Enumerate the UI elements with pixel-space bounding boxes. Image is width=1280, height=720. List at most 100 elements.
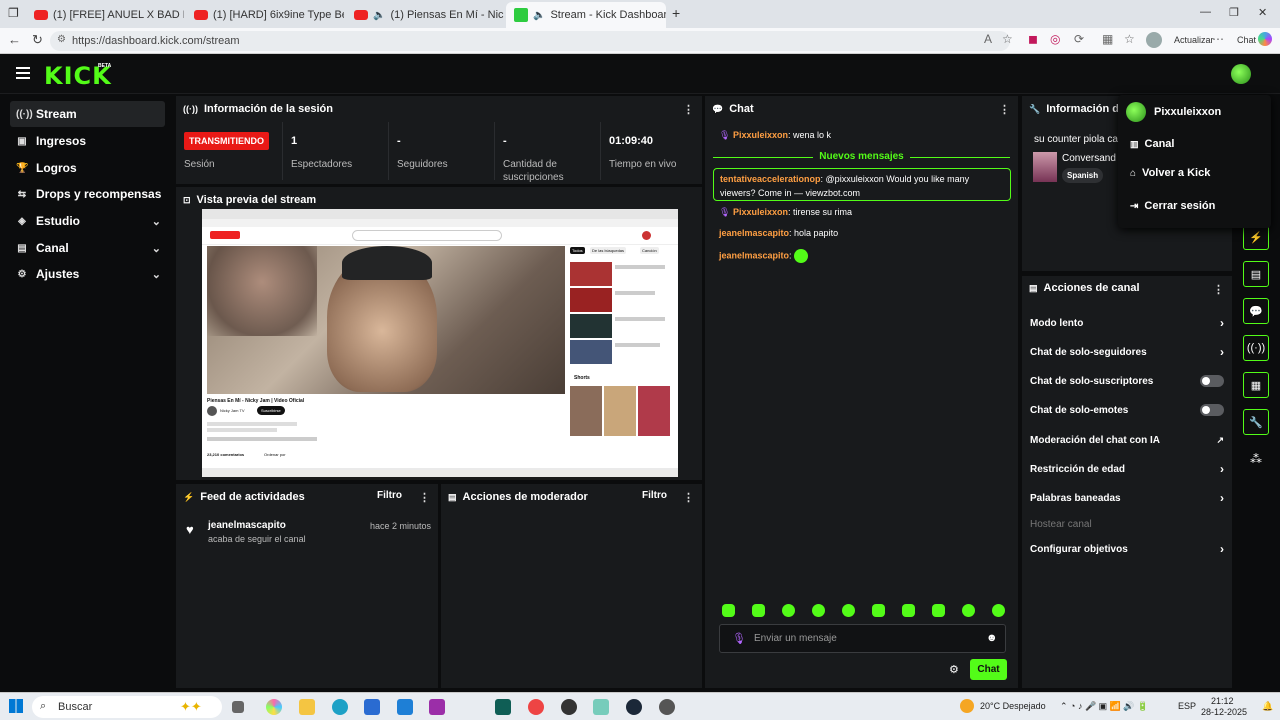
chat-send-button[interactable]: Chat [970, 659, 1007, 680]
quick-action-moderator[interactable]: ▦ [1243, 372, 1269, 398]
emoji-picker-icon[interactable]: ☻ [986, 632, 998, 644]
emote-icon[interactable] [902, 604, 915, 617]
stream-preview-video[interactable]: Piensas En Mí - Nicky Jam | Video Oficia… [202, 209, 678, 477]
settings-icon[interactable] [659, 699, 675, 715]
taskbar-search[interactable]: ⌕ Buscar ✦✦ [32, 696, 222, 718]
obs-icon[interactable] [561, 699, 577, 715]
chat-settings-gear-icon[interactable]: ⚙ [949, 663, 959, 676]
profile-avatar[interactable] [1146, 32, 1162, 48]
chat-username[interactable]: Pixxuleixxon [733, 207, 788, 217]
action-configure-goals[interactable]: Configurar objetivos › [1030, 539, 1224, 559]
extension-icon[interactable]: ⟳ [1074, 32, 1084, 46]
extension-icon[interactable]: ◼ [1028, 32, 1038, 46]
clock-time[interactable]: 21:12 [1211, 696, 1234, 706]
back-icon[interactable]: ← [8, 32, 21, 47]
copilot-chat-button[interactable]: Chat [1237, 35, 1256, 45]
window-close-button[interactable]: ✕ [1258, 6, 1267, 19]
add-widget-icon[interactable]: ⁂ [1250, 452, 1262, 466]
tray-icons[interactable]: ⌃ ◔ ♪ 🎤 ▣ 📶 🔊 🔋 [1060, 701, 1148, 712]
emote-icon[interactable] [872, 604, 885, 617]
sidebar-item-ajustes[interactable]: ⚙ Ajustes ⌄ [10, 261, 165, 287]
emote-icon[interactable] [962, 604, 975, 617]
new-tab-button[interactable]: + [672, 5, 680, 21]
store-icon[interactable] [364, 699, 380, 715]
app-icon[interactable] [593, 699, 609, 715]
action-ai-moderation[interactable]: Moderación del chat con IA ↗ [1030, 430, 1224, 450]
notification-bell-icon[interactable]: 🔔 [1262, 701, 1273, 712]
emote-icon[interactable] [932, 604, 945, 617]
browser-tab-2[interactable]: (1) [HARD] 6ix9ine Type Beat - "Di ✕ [186, 4, 344, 26]
filter-button[interactable]: Filtro [377, 490, 402, 501]
windows-start-icon[interactable] [9, 699, 23, 713]
maximize-button[interactable]: ❐ [1229, 6, 1239, 19]
tab-actions-icon[interactable]: ❐ [8, 6, 19, 20]
action-banned-words[interactable]: Palabras baneadas › [1030, 488, 1224, 508]
emotes-only-toggle[interactable] [1200, 404, 1224, 416]
file-explorer-icon[interactable] [299, 699, 315, 715]
more-options-icon[interactable]: ⋮ [1213, 283, 1224, 296]
copilot-icon[interactable] [1258, 32, 1272, 46]
emote-icon[interactable] [782, 604, 795, 617]
menu-item-volver-a-kick[interactable]: ⌂ Volver a Kick [1130, 167, 1210, 179]
reload-icon[interactable]: ↻ [32, 32, 43, 48]
chat-username[interactable]: tentativeaccelerationop [720, 174, 821, 184]
sidebar-item-ingresos[interactable]: ▣ Ingresos [10, 128, 165, 154]
clock-date[interactable]: 28-12-2025 [1201, 707, 1247, 717]
app-icon[interactable] [528, 699, 544, 715]
chat-username[interactable]: jeanelmascapito [719, 228, 789, 238]
sidebar-item-stream[interactable]: ((·)) Stream [10, 101, 165, 127]
chat-message-input[interactable]: 🎙 Enviar un mensaje ☻ [719, 624, 1006, 653]
emote-icon[interactable] [722, 604, 735, 617]
menu-item-canal[interactable]: ▥ Canal [1130, 138, 1174, 150]
emote-icon[interactable] [842, 604, 855, 617]
language-indicator[interactable]: ESP [1178, 701, 1196, 711]
activity-username[interactable]: jeanelmascapito [208, 520, 286, 531]
more-options-icon[interactable]: ⋮ [683, 491, 694, 504]
user-avatar-button[interactable] [1231, 64, 1251, 84]
weather-text[interactable]: 20°C Despejado [980, 701, 1046, 711]
chat-username[interactable]: jeanelmascapito [719, 250, 789, 260]
sidebar-item-logros[interactable]: 🏆 Logros [10, 155, 165, 181]
steam-icon[interactable] [626, 699, 642, 715]
emote-icon[interactable] [992, 604, 1005, 617]
emote-icon[interactable] [812, 604, 825, 617]
browser-tab-3[interactable]: 🔈 (1) Piensas En Mí - Nicky Jam ✕ [346, 4, 504, 26]
read-aloud-icon[interactable]: A [984, 32, 992, 46]
quick-action-notes[interactable]: ▤ [1243, 261, 1269, 287]
menu-item-cerrar-sesion[interactable]: ⇥ Cerrar sesión [1130, 200, 1215, 212]
emote-icon[interactable] [752, 604, 765, 617]
chat-username[interactable]: Pixxuleixxon [733, 130, 788, 140]
browser-tab-4-active[interactable]: 🔈 Stream - Kick Dashboard ✕ [506, 2, 666, 28]
favorite-star-icon[interactable]: ☆ [1002, 32, 1013, 46]
sidebar-item-estudio[interactable]: ◈ Estudio ⌄ [10, 208, 165, 234]
task-view-icon[interactable] [232, 701, 244, 713]
more-options-icon[interactable]: ⋮ [999, 103, 1010, 116]
more-icon[interactable]: ⋯ [1212, 32, 1224, 46]
action-followers-only[interactable]: Chat de solo-seguidores › [1030, 342, 1224, 362]
sidebar-item-canal[interactable]: ▤ Canal ⌄ [10, 235, 165, 261]
favorites-icon[interactable]: ☆ [1124, 32, 1135, 46]
app-icon[interactable] [495, 699, 511, 715]
more-options-icon[interactable]: ⋮ [419, 491, 430, 504]
update-button[interactable]: Actualizar [1174, 35, 1214, 45]
minimize-button[interactable]: — [1200, 6, 1211, 18]
quick-action-tools[interactable]: 🔧 [1243, 409, 1269, 435]
sidebar-item-drops[interactable]: ⇆ Drops y recompensas [10, 181, 165, 207]
quick-action-broadcast[interactable]: ((·)) [1243, 335, 1269, 361]
quick-action-chat[interactable]: 💬 [1243, 298, 1269, 324]
outlook-icon[interactable] [397, 699, 413, 715]
filter-button[interactable]: Filtro [642, 490, 667, 501]
action-slow-mode[interactable]: Modo lento › [1030, 313, 1224, 333]
copilot-app-icon[interactable] [266, 699, 282, 715]
more-options-icon[interactable]: ⋮ [683, 103, 694, 116]
site-info-icon[interactable]: ⚙ [57, 34, 66, 45]
browser-tab-1[interactable]: (1) [FREE] ANUEL X BAD BUNNY T ✕ [26, 4, 184, 26]
hamburger-menu-icon[interactable] [16, 67, 30, 79]
split-screen-icon[interactable]: ▦ [1102, 32, 1113, 46]
app-icon[interactable] [429, 699, 445, 715]
action-age-restriction[interactable]: Restricción de edad › [1030, 459, 1224, 479]
url-input[interactable]: ⚙ https://dashboard.kick.com/stream [50, 31, 1010, 51]
subscribers-only-toggle[interactable] [1200, 375, 1224, 387]
edge-icon[interactable] [332, 699, 348, 715]
extension-icon[interactable]: ◎ [1050, 32, 1060, 46]
